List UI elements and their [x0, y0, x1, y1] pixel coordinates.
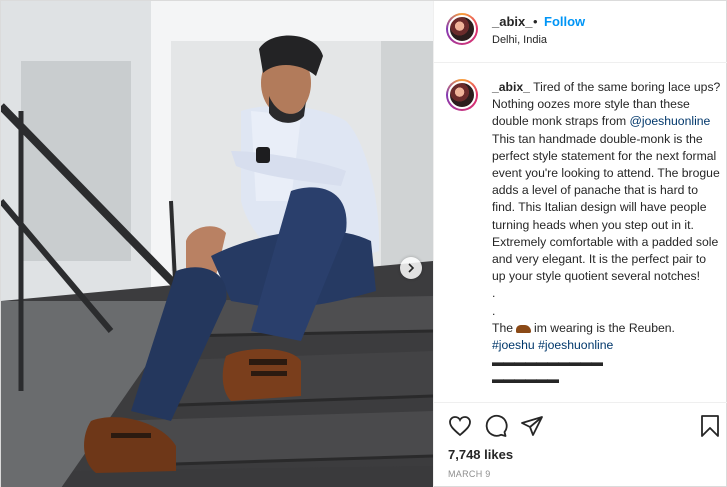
caption-text-2: This tan handmade double-monk is the per…	[492, 131, 720, 284]
caption-avatar[interactable]	[446, 79, 478, 111]
caption-dot-1: .	[492, 286, 496, 301]
mention-link[interactable]: @joeshuonline	[630, 114, 711, 128]
caption-text: _abix_ Tired of the same boring lace ups…	[492, 79, 722, 389]
header-username[interactable]: _abix_	[492, 14, 532, 29]
share-icon[interactable]	[520, 414, 544, 438]
photo-illustration	[1, 1, 433, 487]
caption-dashes-2: ▬▬▬▬▬▬	[492, 372, 559, 387]
post-date[interactable]: MARCH 9	[448, 469, 491, 479]
comment-icon[interactable]	[484, 414, 508, 438]
chevron-right-icon	[408, 263, 415, 273]
caption-area[interactable]: _abix_ Tired of the same boring lace ups…	[434, 63, 727, 402]
next-image-button[interactable]	[400, 257, 422, 279]
instagram-post: _abix_ • Follow Delhi, India _abix_ Tire…	[0, 0, 727, 487]
likes-count[interactable]: 7,748 likes	[448, 447, 513, 462]
hashtag-joeshuonline[interactable]: #joeshuonline	[538, 338, 613, 352]
separator-dot: •	[533, 14, 538, 29]
caption-dot-2: .	[492, 303, 496, 318]
post-header: _abix_ • Follow Delhi, India	[434, 1, 727, 63]
heart-icon[interactable]	[448, 414, 472, 438]
post-actions: 7,748 likes MARCH 9	[434, 402, 727, 487]
caption-line-post: im wearing is the Reuben.	[534, 320, 675, 335]
bookmark-icon[interactable]	[698, 414, 722, 438]
follow-button[interactable]: Follow	[544, 14, 585, 29]
location-link[interactable]: Delhi, India	[492, 34, 547, 46]
caption-dashes-1: ▬▬▬▬▬▬▬▬▬▬	[492, 355, 603, 370]
post-photo[interactable]	[1, 1, 433, 487]
post-side-panel: _abix_ • Follow Delhi, India _abix_ Tire…	[433, 1, 727, 487]
caption-username[interactable]: _abix_	[492, 80, 530, 94]
avatar[interactable]	[446, 13, 478, 45]
mans-shoe-emoji-icon	[516, 324, 532, 333]
caption-line-pre: The	[492, 320, 514, 335]
hashtag-joeshu[interactable]: #joeshu	[492, 338, 535, 352]
